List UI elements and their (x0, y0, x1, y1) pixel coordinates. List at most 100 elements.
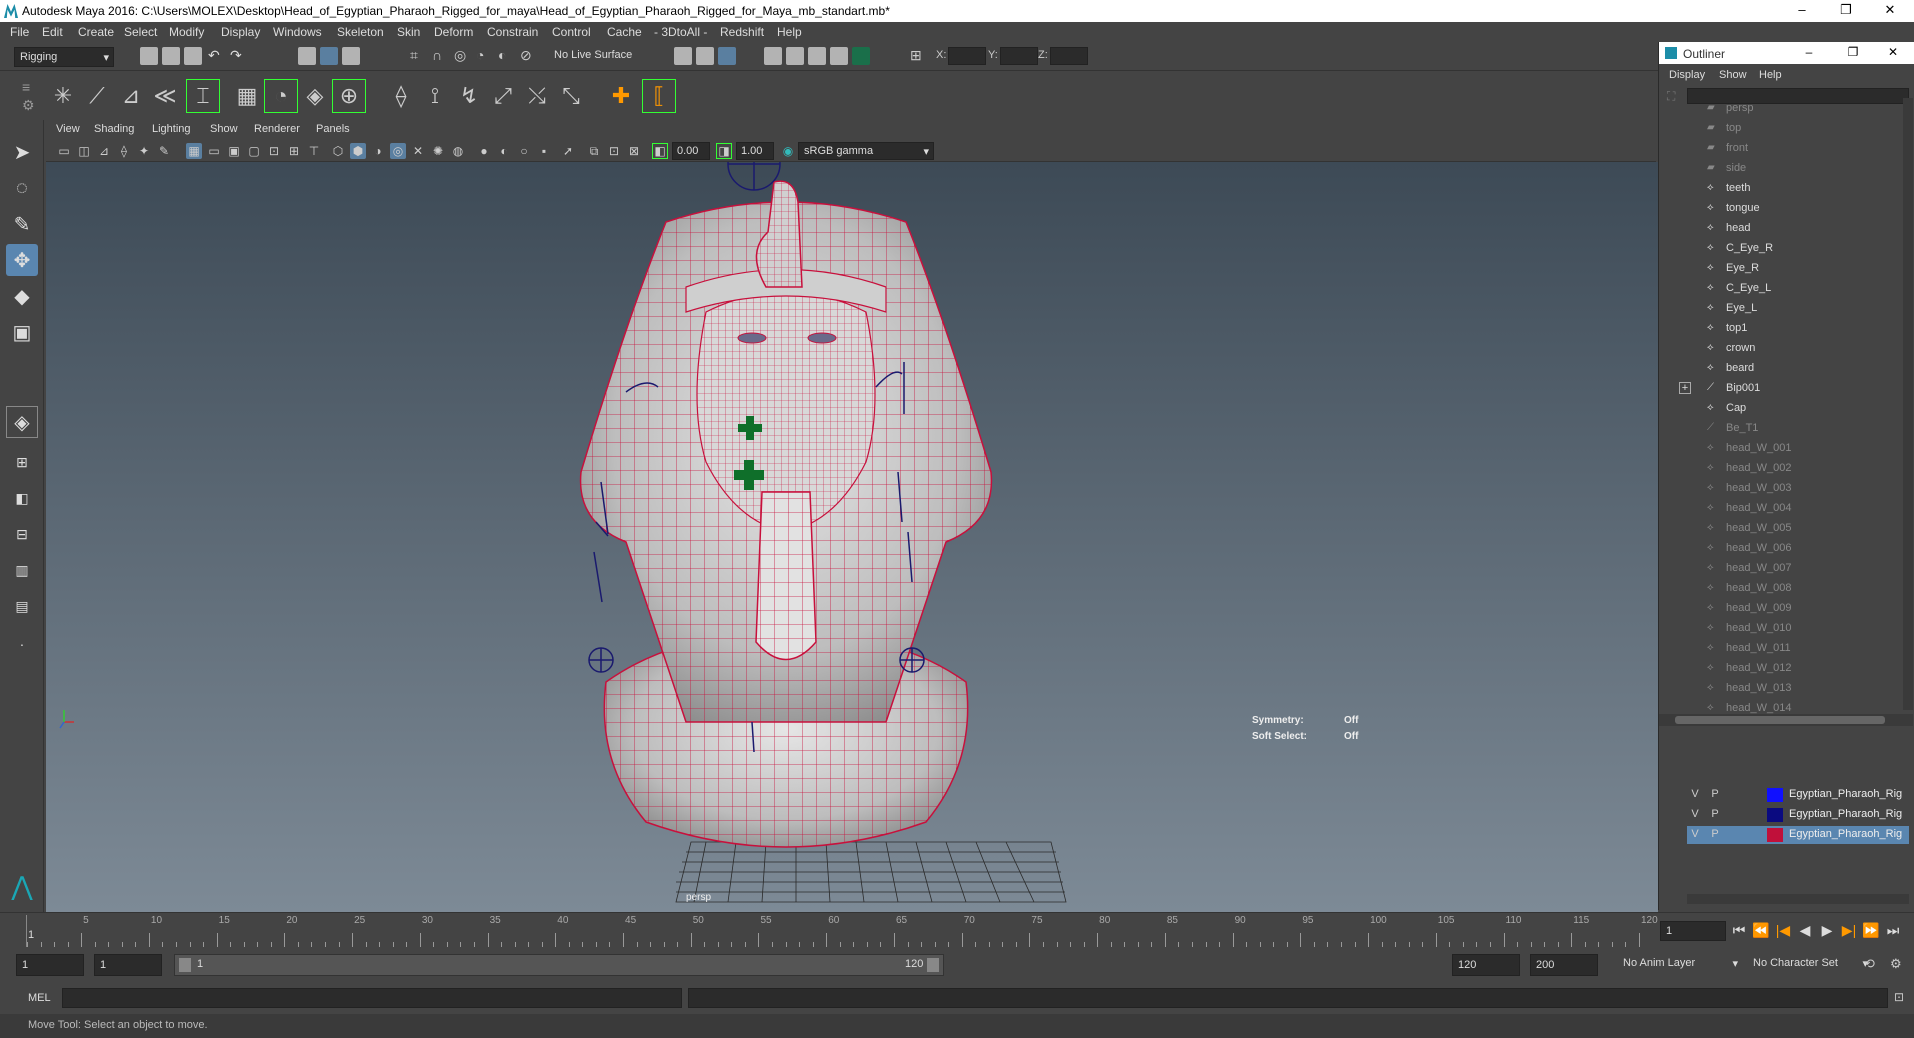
menu-windows[interactable]: Windows (273, 25, 322, 39)
step-back-frame-button[interactable]: |◀ (1774, 921, 1792, 939)
outliner-item[interactable]: ⟡ head_W_002 (1707, 458, 1791, 478)
gamma-field[interactable]: 1.00 (736, 142, 774, 160)
end-time-field[interactable]: 200 (1530, 954, 1598, 976)
outliner-item[interactable]: + ⟋ Bip001 (1679, 378, 1760, 398)
shelf-gear-icon[interactable]: ⚙ (22, 97, 35, 114)
outliner-hscrollbar[interactable] (1659, 714, 1913, 726)
wrap-icon[interactable]: ◈ (298, 79, 332, 113)
live-surface-label[interactable]: No Live Surface (554, 49, 632, 61)
outliner-item[interactable]: ⟋ Be_T1 (1707, 418, 1758, 438)
constraint-scale-icon[interactable]: ⤢ (486, 79, 520, 113)
layer-hscrollbar[interactable] (1687, 894, 1909, 904)
screen-ao-icon[interactable]: ● (476, 143, 492, 159)
select-component-icon[interactable] (342, 47, 360, 65)
layer-playback-toggle[interactable]: P (1707, 788, 1723, 802)
shelf-tab-icon[interactable]: ≡ (22, 79, 30, 95)
lights-icon[interactable]: ✺ (430, 143, 446, 159)
constraint-point-icon[interactable]: ⟠ (384, 79, 418, 113)
outliner-item[interactable]: ⟡ head (1707, 218, 1750, 238)
constraint-orient-icon[interactable]: ↯ (452, 79, 486, 113)
outliner-item[interactable]: ⟡ head_W_013 (1707, 678, 1791, 698)
layer-row-selected[interactable]: V P Egyptian_Pharaoh_Rig (1687, 826, 1909, 844)
layout-four-icon[interactable]: ⊞ (6, 446, 38, 478)
y-field[interactable] (1000, 47, 1038, 65)
menu-help[interactable]: Help (777, 25, 802, 39)
outliner-item[interactable]: ⟡ Cap (1707, 398, 1746, 418)
save-scene-icon[interactable] (184, 47, 202, 65)
smooth-shade-icon[interactable]: ⬢ (350, 143, 366, 159)
film-gate-icon[interactable]: ▭ (206, 143, 222, 159)
cluster-icon[interactable]: ◔ (264, 79, 298, 113)
resolution-gate-icon[interactable]: ▣ (226, 143, 242, 159)
outliner-item[interactable]: ⟡ head_W_001 (1707, 438, 1791, 458)
grid-toggle-icon[interactable]: ▦ (186, 143, 202, 159)
layout-single-icon[interactable]: ◈ (6, 406, 38, 438)
outliner-item[interactable]: ⟡ Eye_L (1707, 298, 1757, 318)
outliner-item[interactable]: ⟡ head_W_010 (1707, 618, 1791, 638)
motion-blur-icon[interactable]: ◐ (496, 143, 512, 159)
lasso-tool-icon[interactable]: ◌ (6, 172, 38, 204)
range-handle-start[interactable] (179, 958, 191, 972)
safe-title-icon[interactable]: ⊤ (306, 143, 322, 159)
script-type-label[interactable]: MEL (28, 992, 51, 1004)
outliner-item[interactable]: ⟡ head_W_006 (1707, 538, 1791, 558)
outliner-item[interactable]: ▰ front (1707, 138, 1748, 158)
z-field[interactable] (1050, 47, 1088, 65)
gate-mask-icon[interactable]: ▢ (246, 143, 262, 159)
gamma-icon[interactable]: ◨ (716, 143, 732, 159)
outliner-menu-show[interactable]: Show (1719, 69, 1747, 81)
range-handle-end[interactable] (927, 958, 939, 972)
menu-file[interactable]: File (10, 25, 29, 39)
layer-visibility-toggle[interactable]: V (1687, 788, 1703, 802)
layer-row[interactable]: V P Egyptian_Pharaoh_Rig (1687, 806, 1909, 824)
wireframe-icon[interactable]: ⬡ (330, 143, 346, 159)
depth-of-field-icon[interactable]: ▪ (536, 143, 552, 159)
ik-handle-icon[interactable]: ⟋ (80, 79, 114, 113)
snap-view-icon[interactable]: ◔ (476, 47, 494, 65)
color-management-icon[interactable]: ◉ (780, 143, 796, 159)
layer-row[interactable]: V P Egyptian_Pharaoh_Rig (1687, 786, 1909, 804)
panel-menu-renderer[interactable]: Renderer (254, 123, 300, 135)
open-scene-icon[interactable] (162, 47, 180, 65)
default-material-icon[interactable]: ◑ (370, 143, 386, 159)
field-chart-icon[interactable]: ⊡ (266, 143, 282, 159)
go-to-start-button[interactable]: ⏮ (1730, 921, 1748, 939)
wire-deformer-icon[interactable]: ⊕ (332, 79, 366, 113)
snap-grid-icon[interactable]: ⌗ (410, 47, 428, 65)
textured-icon[interactable]: ✕ (410, 143, 426, 159)
layer-playback-toggle[interactable]: P (1707, 828, 1723, 842)
menu-create[interactable]: Create (78, 25, 114, 39)
expand-icon[interactable]: + (1679, 382, 1691, 394)
layout-custom-icon[interactable]: ▤ (6, 590, 38, 622)
layer-visibility-toggle[interactable]: V (1687, 828, 1703, 842)
select-tool-icon[interactable]: ➤ (6, 136, 38, 168)
layer-color-swatch[interactable] (1767, 828, 1783, 842)
two-d-pan-icon[interactable]: ✦ (136, 143, 152, 159)
snap-curve-icon[interactable]: ∩ (432, 47, 450, 65)
antialias-icon[interactable]: ○ (516, 143, 532, 159)
layout-more-icon[interactable]: · (6, 628, 38, 660)
camera-attr-icon[interactable]: ◫ (76, 143, 92, 159)
undo-icon[interactable]: ↶ (208, 47, 226, 65)
render-settings-icon[interactable] (808, 47, 826, 65)
character-set-dropdown[interactable]: No Character Set ▾ (1748, 954, 1868, 976)
exposure-icon[interactable]: ◧ (652, 143, 668, 159)
snap-point-icon[interactable]: ◎ (454, 47, 472, 65)
outliner-item[interactable]: ⟡ head_W_005 (1707, 518, 1791, 538)
play-backwards-button[interactable]: ◀ (1796, 921, 1814, 939)
menuset-dropdown[interactable]: Rigging ▾ (14, 47, 114, 67)
anim-layer-dropdown[interactable]: No Anim Layer ▾ (1618, 954, 1738, 976)
select-object-icon[interactable] (320, 47, 338, 65)
outliner-item[interactable]: ⟡ Eye_R (1707, 258, 1759, 278)
layer-name[interactable]: Egyptian_Pharaoh_Rig (1789, 788, 1909, 800)
outliner-item[interactable]: ⟡ head_W_014 (1707, 698, 1791, 714)
paint-select-icon[interactable]: ✎ (6, 208, 38, 240)
layer-name[interactable]: Egyptian_Pharaoh_Rig (1789, 808, 1909, 820)
step-back-key-button[interactable]: ⏪ (1752, 921, 1770, 939)
play-forwards-button[interactable]: ▶ (1818, 921, 1836, 939)
script-editor-icon[interactable]: ⊡ (1894, 990, 1904, 1004)
outliner-item[interactable]: ⟡ head_W_008 (1707, 578, 1791, 598)
go-to-end-button[interactable]: ⏭ (1884, 921, 1902, 939)
image-plane-icon[interactable]: ⟠ (116, 143, 132, 159)
outliner-item[interactable]: ⟡ head_W_007 (1707, 558, 1791, 578)
